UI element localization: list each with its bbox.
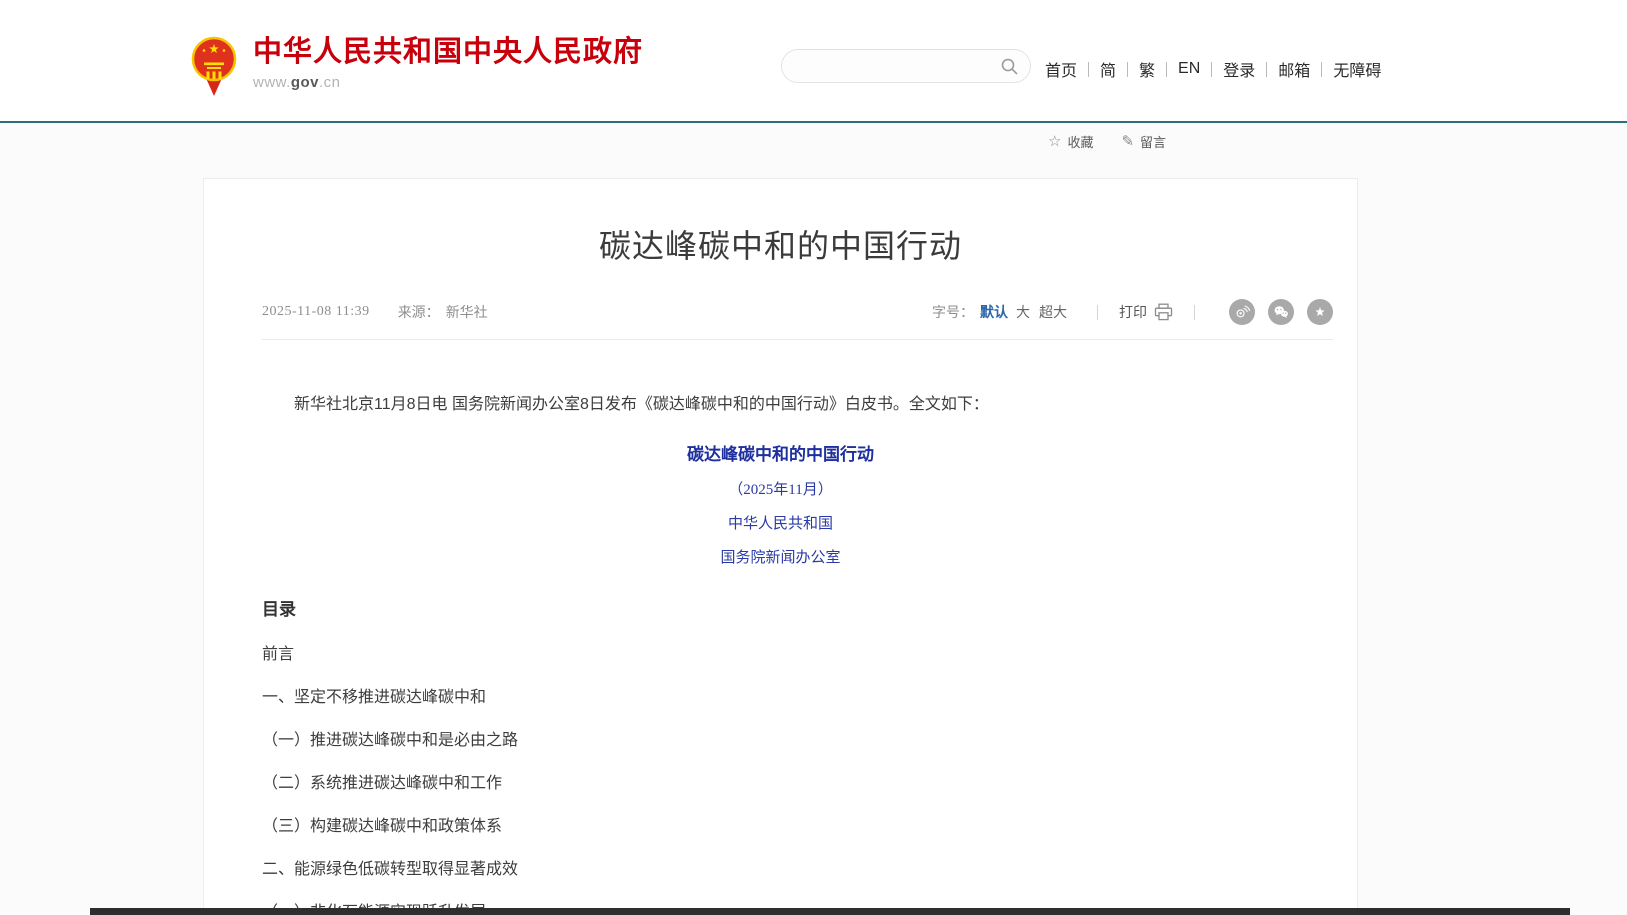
- search-input[interactable]: [782, 50, 1000, 82]
- nav-separator: [1127, 62, 1128, 77]
- nav-traditional-chinese[interactable]: 繁: [1139, 57, 1155, 81]
- nav-separator: [1321, 62, 1322, 77]
- font-size-label: 字号：: [932, 302, 974, 322]
- meta-separator: [1194, 305, 1195, 320]
- nav-english[interactable]: EN: [1178, 60, 1200, 78]
- site-header: 中华人民共和国中央人民政府 www.gov.cn 首页 简 繁 EN 登录 邮箱…: [0, 0, 1627, 121]
- nav-separator: [1211, 62, 1212, 77]
- document-issuer-line1: 中华人民共和国: [262, 512, 1299, 533]
- comment-label: 留言: [1140, 132, 1166, 151]
- qzone-share-icon[interactable]: [1307, 299, 1333, 325]
- article-meta-row: 2025-11-08 11:39 来源： 新华社 字号： 默认 大 超大 打印: [262, 299, 1333, 340]
- print-label: 打印: [1119, 302, 1147, 322]
- search-icon[interactable]: [1000, 57, 1019, 76]
- article-meta-right: 字号： 默认 大 超大 打印: [932, 299, 1333, 325]
- national-emblem-icon: [190, 36, 238, 100]
- toc-item: （一）推进碳达峰碳中和是必由之路: [262, 733, 1299, 749]
- favorite-label: 收藏: [1067, 132, 1093, 151]
- site-brand[interactable]: 中华人民共和国中央人民政府 www.gov.cn: [190, 36, 643, 100]
- comment-button[interactable]: ✎ 留言: [1121, 132, 1166, 151]
- site-url-suffix: .cn: [319, 74, 341, 91]
- source-value[interactable]: 新华社: [446, 302, 488, 322]
- page-actions: ☆ 收藏 ✎ 留言: [1048, 132, 1166, 151]
- toc-item: （三）构建碳达峰碳中和政策体系: [262, 819, 1299, 835]
- star-icon: ☆: [1048, 134, 1061, 149]
- lead-paragraph: 新华社北京11月8日电 国务院新闻办公室8日发布《碳达峰碳中和的中国行动》白皮书…: [262, 392, 1299, 418]
- article-card: 碳达峰碳中和的中国行动 2025-11-08 11:39 来源： 新华社 字号：…: [203, 178, 1358, 915]
- search-box: [781, 49, 1031, 83]
- toc-item: 二、能源绿色低碳转型取得显著成效: [262, 862, 1299, 878]
- article-title: 碳达峰碳中和的中国行动: [204, 221, 1357, 267]
- page-background: ☆ 收藏 ✎ 留言 碳达峰碳中和的中国行动 2025-11-08 11:39 来…: [0, 123, 1627, 915]
- site-url-gov: gov: [291, 74, 319, 91]
- site-url-prefix: www.: [253, 74, 291, 91]
- printer-icon: [1154, 303, 1173, 321]
- pencil-icon: ✎: [1121, 134, 1134, 149]
- document-date: （2025年11月）: [262, 478, 1299, 499]
- site-title: 中华人民共和国中央人民政府: [253, 36, 643, 69]
- top-nav: 首页 简 繁 EN 登录 邮箱 无障碍: [1045, 57, 1381, 81]
- nav-mail[interactable]: 邮箱: [1278, 57, 1310, 81]
- toc-item: 前言: [262, 647, 1299, 663]
- nav-separator: [1266, 62, 1267, 77]
- document-title: 碳达峰碳中和的中国行动: [262, 440, 1299, 465]
- brand-text: 中华人民共和国中央人民政府 www.gov.cn: [253, 36, 643, 91]
- wechat-share-icon[interactable]: [1268, 299, 1294, 325]
- font-size-large-button[interactable]: 大: [1016, 302, 1030, 322]
- publish-date: 2025-11-08 11:39: [262, 304, 370, 320]
- toc-item: （二）系统推进碳达峰碳中和工作: [262, 776, 1299, 792]
- favorite-button[interactable]: ☆ 收藏: [1048, 132, 1093, 151]
- toc-heading: 目录: [262, 595, 1299, 620]
- document-issuer-line2: 国务院新闻办公室: [262, 546, 1299, 567]
- toc-item: 一、坚定不移推进碳达峰碳中和: [262, 690, 1299, 706]
- font-size-xlarge-button[interactable]: 超大: [1039, 302, 1067, 322]
- bottom-bar: [90, 908, 1570, 915]
- font-size-default-button[interactable]: 默认: [980, 302, 1008, 322]
- article-meta-left: 2025-11-08 11:39 来源： 新华社: [262, 302, 488, 322]
- nav-accessibility[interactable]: 无障碍: [1333, 57, 1381, 81]
- weibo-share-icon[interactable]: [1229, 299, 1255, 325]
- source-label: 来源：: [398, 302, 440, 322]
- article-body: 新华社北京11月8日电 国务院新闻办公室8日发布《碳达峰碳中和的中国行动》白皮书…: [204, 392, 1357, 915]
- site-url: www.gov.cn: [253, 74, 643, 91]
- nav-separator: [1088, 62, 1089, 77]
- nav-separator: [1166, 62, 1167, 77]
- nav-home[interactable]: 首页: [1045, 57, 1077, 81]
- nav-login[interactable]: 登录: [1223, 57, 1255, 81]
- nav-simplified-chinese[interactable]: 简: [1100, 57, 1116, 81]
- print-button[interactable]: 打印: [1119, 302, 1173, 322]
- meta-separator: [1097, 305, 1098, 320]
